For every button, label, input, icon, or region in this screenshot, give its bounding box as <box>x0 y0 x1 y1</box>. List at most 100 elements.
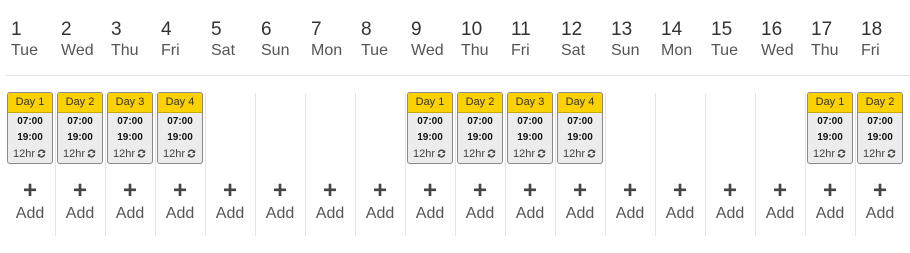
shift-card[interactable]: Day 2 07:00 19:00 12hr <box>857 92 903 164</box>
plus-icon: + <box>222 177 237 204</box>
shift-end-time: 19:00 <box>167 132 193 143</box>
repeat-icon <box>886 148 897 163</box>
day-number: 6 <box>261 19 272 40</box>
shift-end-time: 19:00 <box>817 132 843 143</box>
add-label: Add <box>765 205 795 222</box>
add-shift-button[interactable]: + Add <box>655 177 705 226</box>
add-shift-button[interactable]: + Add <box>405 177 455 226</box>
repeat-icon <box>486 148 497 163</box>
shift-card[interactable]: Day 2 07:00 19:00 12hr <box>57 92 103 164</box>
add-shift-button[interactable]: + Add <box>105 177 155 226</box>
shift-end-time: 19:00 <box>867 132 893 143</box>
shift-end-time: 19:00 <box>517 132 543 143</box>
day-weekday: Fri <box>161 42 180 59</box>
day-number: 13 <box>611 19 633 40</box>
plus-icon: + <box>472 177 487 204</box>
shift-duration-text: 12hr <box>412 148 436 160</box>
plus-icon: + <box>322 177 337 204</box>
add-label: Add <box>15 205 45 222</box>
add-shift-button[interactable]: + Add <box>705 177 755 226</box>
shift-end-time: 19:00 <box>17 132 43 143</box>
day-header: 14 Mon <box>661 18 711 60</box>
add-label: Add <box>415 205 445 222</box>
shift-title: Day 4 <box>558 93 602 113</box>
plus-icon: + <box>22 177 37 204</box>
repeat-icon <box>136 148 147 163</box>
shift-duration-text: 12hr <box>12 148 36 160</box>
plus-icon: + <box>772 177 787 204</box>
plus-icon: + <box>672 177 687 204</box>
shift-duration: 12hr <box>408 146 452 163</box>
day-weekday: Thu <box>461 42 489 59</box>
day-number: 5 <box>211 19 222 40</box>
repeat-icon <box>586 148 597 163</box>
day-header: 3 Thu <box>111 18 161 60</box>
day-header: 18 Fri <box>861 18 910 60</box>
repeat-icon <box>186 148 197 163</box>
shift-card[interactable]: Day 1 07:00 19:00 12hr <box>807 92 853 164</box>
add-shift-button[interactable]: + Add <box>305 177 355 226</box>
shift-duration-text: 12hr <box>862 148 886 160</box>
shift-duration: 12hr <box>458 146 502 163</box>
shift-start-time: 07:00 <box>117 116 143 127</box>
add-shift-button[interactable]: + Add <box>455 177 505 226</box>
day-number: 4 <box>161 19 172 40</box>
shift-end-time: 19:00 <box>417 132 443 143</box>
shift-start-time: 07:00 <box>67 116 93 127</box>
day-header: 7 Mon <box>311 18 361 60</box>
repeat-icon <box>36 148 47 163</box>
shift-end-time: 19:00 <box>117 132 143 143</box>
add-label: Add <box>665 205 695 222</box>
shift-card[interactable]: Day 1 07:00 19:00 12hr <box>7 92 53 164</box>
day-weekday: Sun <box>261 42 290 59</box>
add-shift-button[interactable]: + Add <box>5 177 55 226</box>
add-shift-button[interactable]: + Add <box>605 179 655 226</box>
shift-end-time: 19:00 <box>67 132 93 143</box>
shift-title: Day 1 <box>8 93 52 113</box>
day-number: 17 <box>811 19 833 40</box>
shift-duration-text: 12hr <box>112 148 136 160</box>
add-shift-button[interactable]: + Add <box>755 177 805 226</box>
add-label: Add <box>315 205 345 222</box>
add-shift-button[interactable]: + Add <box>555 179 605 226</box>
day-weekday: Sat <box>211 42 236 59</box>
plus-icon: + <box>422 177 437 204</box>
repeat-icon <box>436 148 447 163</box>
day-header: 13 Sun <box>611 18 661 60</box>
day-number: 15 <box>711 19 733 40</box>
add-label: Add <box>165 205 195 222</box>
shift-title: Day 2 <box>458 93 502 113</box>
repeat-icon <box>86 148 97 163</box>
plus-icon: + <box>522 177 537 204</box>
add-label: Add <box>615 205 645 222</box>
shift-duration: 12hr <box>808 146 852 163</box>
add-shift-button[interactable]: + Add <box>355 179 405 226</box>
shift-start-time: 07:00 <box>517 116 543 127</box>
day-weekday: Wed <box>761 42 794 59</box>
day-header: 8 Tue <box>361 18 411 60</box>
day-weekday: Thu <box>811 42 839 59</box>
add-label: Add <box>715 205 745 222</box>
plus-icon: + <box>722 177 737 204</box>
shift-card[interactable]: Day 4 07:00 19:00 12hr <box>157 92 203 164</box>
add-shift-button[interactable]: + Add <box>855 179 905 226</box>
day-header: 10 Thu <box>461 18 511 60</box>
add-shift-button[interactable]: + Add <box>805 179 855 226</box>
shift-card[interactable]: Day 4 07:00 19:00 12hr <box>557 92 603 164</box>
shift-card[interactable]: Day 1 07:00 19:00 12hr <box>407 92 453 164</box>
add-shift-button[interactable]: + Add <box>55 179 105 226</box>
shift-card[interactable]: Day 2 07:00 19:00 12hr <box>457 92 503 164</box>
shift-card[interactable]: Day 3 07:00 19:00 12hr <box>107 92 153 164</box>
shift-duration: 12hr <box>858 146 902 163</box>
shift-start-time: 07:00 <box>817 116 843 127</box>
add-shift-button[interactable]: + Add <box>255 179 305 226</box>
add-shift-button[interactable]: + Add <box>505 177 555 226</box>
plus-icon: + <box>122 177 137 204</box>
shift-card[interactable]: Day 3 07:00 19:00 12hr <box>507 92 553 164</box>
add-shift-button[interactable]: + Add <box>205 177 255 226</box>
add-shift-button[interactable]: + Add <box>155 179 205 226</box>
add-label: Add <box>865 205 895 222</box>
day-weekday: Fri <box>511 42 530 59</box>
day-header: 2 Wed <box>61 18 111 60</box>
shift-duration-text: 12hr <box>562 148 586 160</box>
